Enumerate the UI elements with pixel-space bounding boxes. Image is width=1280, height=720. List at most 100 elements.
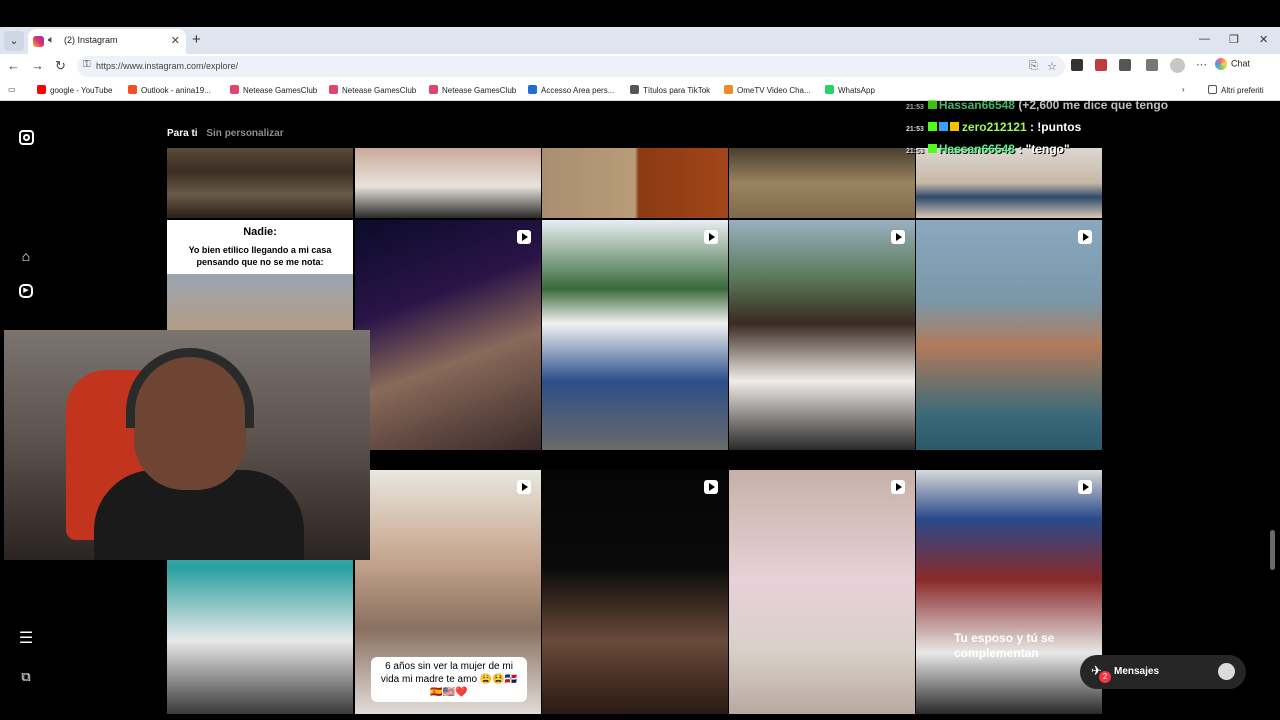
tab-search-button[interactable]: ⌄ — [4, 31, 24, 51]
meme-line-1: Nadie: — [243, 226, 277, 238]
netease-icon — [429, 85, 438, 94]
messages-label: Mensajes — [1114, 666, 1160, 677]
tab-title: (2) Instagram — [64, 35, 118, 45]
unread-count-badge: 2 — [1099, 671, 1111, 683]
restore-button[interactable]: ❐ — [1229, 33, 1239, 46]
tab-sin-personalizar[interactable]: Sin personalizar — [206, 128, 283, 139]
explore-feed-tabs: Para ti Sin personalizar — [167, 128, 284, 139]
profile-avatar[interactable] — [1170, 58, 1185, 73]
browser-tabbar: ⌄ 🔈︎ (2) Instagram ✕ + — ❐ ✕ — [0, 27, 1280, 54]
instagram-favicon-icon — [33, 36, 44, 47]
tab-instagram[interactable]: 🔈︎ (2) Instagram ✕ — [28, 29, 186, 54]
tab-close-icon[interactable]: ✕ — [171, 34, 180, 47]
bookmark-item[interactable]: Títulos para TikTok — [630, 85, 710, 95]
kick-badge-icon — [927, 100, 937, 109]
reel-icon — [891, 230, 905, 244]
speaker-icon[interactable]: 🔈︎ — [48, 34, 55, 47]
reel-icon — [517, 480, 531, 494]
meme-line-2: Yo bien etílico llegando a mi casa pensa… — [188, 245, 332, 267]
new-tab-button[interactable]: + — [192, 31, 201, 48]
vip-badge-icon — [949, 122, 959, 131]
window-close-button[interactable]: ✕ — [1259, 33, 1268, 46]
explore-post[interactable] — [355, 148, 541, 218]
reels-icon[interactable]: ▶ — [19, 284, 33, 298]
top-letterbox — [0, 0, 1280, 27]
folder-icon — [1208, 85, 1217, 94]
microsoft-icon — [128, 85, 137, 94]
explore-post[interactable] — [729, 220, 915, 450]
favorite-star-icon[interactable]: ☆ — [1047, 60, 1057, 73]
extension-2-icon[interactable] — [1095, 59, 1107, 71]
headset — [126, 348, 254, 428]
bookmark-item[interactable]: Netease GamesClub — [230, 85, 317, 95]
explore-post[interactable] — [355, 220, 541, 450]
messages-button[interactable]: ✈ 2 Mensajes — [1080, 655, 1246, 689]
minimize-button[interactable]: — — [1199, 33, 1210, 45]
other-favorites-folder[interactable]: Altri preferiti — [1208, 85, 1264, 95]
chat-message: 21:53 zero212121 : !puntos — [906, 120, 1082, 134]
youtube-icon — [37, 85, 46, 94]
scrollbar-track[interactable] — [1268, 102, 1278, 714]
reel-icon — [517, 230, 531, 244]
avatar — [1218, 663, 1235, 680]
copilot-icon — [1215, 58, 1227, 70]
tab-para-ti[interactable]: Para ti — [167, 128, 198, 139]
explore-post[interactable]: Tu esposo y tú se complementan — [916, 470, 1102, 714]
home-icon[interactable]: ⌂ — [17, 247, 35, 265]
bottom-letterbox — [0, 714, 1280, 720]
reel-icon — [1078, 480, 1092, 494]
stream-chat-overlay: 21:53 Hassan66548 (+2,600 me dice que ten… — [906, 98, 1169, 164]
kick-badge-icon — [927, 144, 937, 153]
gear-icon — [630, 85, 639, 94]
bookmark-item[interactable]: Netease GamesClub — [329, 85, 416, 95]
install-app-icon[interactable]: ⎘ — [1029, 60, 1038, 73]
ometv-icon — [724, 85, 733, 94]
forward-button[interactable]: → — [31, 58, 44, 73]
explore-post[interactable] — [542, 470, 728, 714]
extension-1-icon[interactable] — [1071, 59, 1083, 71]
bookmarks-overflow-icon[interactable]: › — [1182, 85, 1185, 94]
meme-caption: Nadie: Yo bien etílico llegando a mi cas… — [167, 220, 353, 274]
explore-post[interactable] — [729, 148, 915, 218]
browser-navbar: ← → ↻ ⚿ https://www.instagram.com/explor… — [0, 54, 1280, 79]
scrollbar-thumb[interactable] — [1270, 530, 1275, 570]
poste-icon — [528, 85, 537, 94]
bookmark-item[interactable]: WhatsApp — [825, 85, 875, 95]
streamer-webcam — [4, 330, 370, 560]
explore-post[interactable] — [916, 220, 1102, 450]
reel-icon — [1078, 230, 1092, 244]
reel-icon — [704, 230, 718, 244]
sub-badge-icon — [938, 122, 948, 131]
instagram-logo-icon[interactable] — [19, 130, 34, 145]
explore-post[interactable] — [542, 148, 728, 218]
bookmark-item[interactable]: Accesso Area pers... — [528, 85, 614, 95]
bookmarks-menu-icon[interactable]: ▭ — [8, 85, 16, 94]
explore-post[interactable] — [729, 470, 915, 714]
back-button[interactable]: ← — [7, 58, 20, 73]
reload-button[interactable]: ↻ — [55, 58, 66, 74]
site-info-icon[interactable]: ⚿ — [83, 59, 91, 70]
post-overlay-caption: Tu esposo y tú se complementan — [954, 631, 1055, 660]
extension-3-icon[interactable] — [1146, 59, 1158, 71]
url-text: https://www.instagram.com/explore/ — [96, 61, 239, 71]
extensions-puzzle-icon[interactable] — [1119, 59, 1131, 71]
bookmark-item[interactable]: Outlook - anina19... — [128, 85, 211, 95]
reel-icon — [891, 480, 905, 494]
also-from-meta-icon[interactable]: ⧉ — [17, 668, 35, 686]
bookmark-item[interactable]: google - YouTube — [37, 85, 112, 95]
explore-post[interactable]: 6 años sin ver la mujer de mi vida mi ma… — [355, 470, 541, 714]
more-menu-icon[interactable]: ⋯ — [1196, 58, 1207, 71]
chat-message: 21:53 Hassan66548 : "tengo" — [906, 142, 1070, 156]
explore-post[interactable] — [542, 220, 728, 450]
bookmark-item[interactable]: OmeTV Video Cha... — [724, 85, 811, 95]
copilot-chat-button[interactable]: Chat — [1215, 58, 1250, 75]
reel-icon — [704, 480, 718, 494]
netease-icon — [329, 85, 338, 94]
menu-icon[interactable]: ☰ — [17, 630, 35, 648]
explore-post[interactable] — [167, 148, 353, 218]
chat-message: 21:53 Hassan66548 (+2,600 me dice que ten… — [906, 98, 1169, 112]
bookmark-item[interactable]: Netease GamesClub — [429, 85, 516, 95]
whatsapp-icon — [825, 85, 834, 94]
netease-icon — [230, 85, 239, 94]
address-bar[interactable]: ⚿ https://www.instagram.com/explore/ ⎘ ☆ — [77, 56, 1065, 77]
